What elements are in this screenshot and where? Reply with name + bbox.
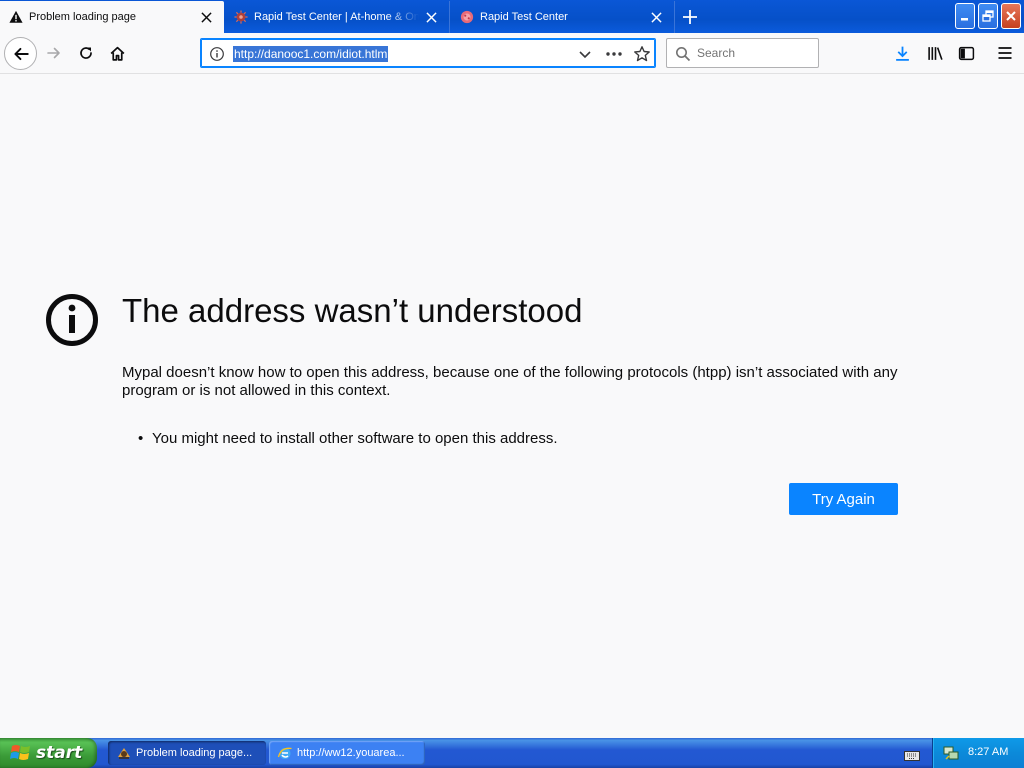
list-item: • You might need to install other softwar… xyxy=(138,430,558,448)
tab-rapid-test-center-1[interactable]: Rapid Test Center | At-home & On xyxy=(225,1,450,33)
search-bar[interactable] xyxy=(666,38,819,68)
warning-icon xyxy=(9,10,23,24)
url-text[interactable]: http://danooc1.com/idiot.htlm xyxy=(233,46,389,62)
tab-problem-loading[interactable]: Problem loading page xyxy=(0,1,224,33)
search-input[interactable] xyxy=(697,44,813,62)
home-icon xyxy=(110,46,124,61)
forward-button[interactable] xyxy=(41,40,67,66)
new-tab-button[interactable] xyxy=(677,4,703,30)
task-label: http://ww12.youarea... xyxy=(297,747,405,759)
back-arrow-icon xyxy=(13,47,29,60)
minimize-icon xyxy=(961,18,968,21)
taskbar-item-mypal[interactable]: Problem loading page... xyxy=(108,741,266,765)
back-button[interactable] xyxy=(4,37,37,70)
mypal-icon xyxy=(118,748,130,759)
page-actions-icon[interactable] xyxy=(604,46,624,62)
screen: Problem loading page Rapid Test Center |… xyxy=(0,0,1024,768)
info-icon[interactable] xyxy=(209,46,225,62)
reload-button[interactable] xyxy=(73,40,99,66)
suggestion-text: You might need to install other software… xyxy=(152,430,558,447)
home-button[interactable] xyxy=(104,40,130,66)
sidebar-button[interactable] xyxy=(955,40,977,66)
virus-favicon-icon xyxy=(234,10,248,24)
system-tray: 8:27 AM xyxy=(932,738,1024,768)
close-icon[interactable] xyxy=(419,5,443,29)
close-icon[interactable] xyxy=(644,5,668,29)
search-icon xyxy=(675,46,691,62)
info-icon xyxy=(45,293,99,347)
ie-icon xyxy=(277,747,292,759)
taskbar-item-ie[interactable]: http://ww12.youarea... xyxy=(269,741,425,765)
navigation-toolbar: http://danooc1.com/idiot.htlm xyxy=(0,33,1024,74)
start-button[interactable]: start xyxy=(0,738,97,768)
bookmark-star-icon[interactable] xyxy=(633,45,651,63)
clock: 8:27 AM xyxy=(968,746,1009,758)
hamburger-menu-button[interactable] xyxy=(994,40,1016,66)
task-label: Problem loading page... xyxy=(136,747,253,759)
virus-favicon-icon xyxy=(460,10,474,24)
error-page: The address wasn’t understood Mypal does… xyxy=(0,74,1024,738)
tab-title: Rapid Test Center | At-home & On xyxy=(254,11,419,23)
tab-strip: Problem loading page Rapid Test Center |… xyxy=(0,0,1024,33)
taskbar: start Problem loading page... http://ww1… xyxy=(0,738,1024,768)
library-icon xyxy=(927,46,943,60)
url-bar[interactable]: http://danooc1.com/idiot.htlm xyxy=(200,38,656,68)
chevron-down-icon[interactable] xyxy=(577,46,593,62)
restore-button[interactable] xyxy=(978,3,998,29)
download-icon xyxy=(895,46,909,61)
bullet: • xyxy=(138,430,144,447)
tab-title: Rapid Test Center xyxy=(480,11,568,23)
restore-icon xyxy=(982,10,994,22)
hamburger-icon xyxy=(998,47,1012,59)
network-icon[interactable] xyxy=(943,745,959,761)
library-button[interactable] xyxy=(924,40,946,66)
try-again-button[interactable]: Try Again xyxy=(789,483,898,515)
close-icon xyxy=(1006,11,1016,21)
start-label: start xyxy=(36,743,83,763)
close-icon[interactable] xyxy=(194,5,218,29)
error-title: The address wasn’t understood xyxy=(122,292,583,329)
error-description: Mypal doesn’t know how to open this addr… xyxy=(122,364,898,399)
sidebar-icon xyxy=(958,46,974,60)
tab-title: Problem loading page xyxy=(29,11,137,23)
reload-icon xyxy=(80,47,92,59)
downloads-button[interactable] xyxy=(891,40,913,66)
error-suggestion-list: • You might need to install other softwar… xyxy=(138,430,558,448)
windows-logo-icon xyxy=(10,745,30,760)
tab-rapid-test-center-2[interactable]: Rapid Test Center xyxy=(451,1,675,33)
keyboard-icon[interactable] xyxy=(904,747,920,761)
forward-arrow-icon xyxy=(47,47,60,59)
close-window-button[interactable] xyxy=(1001,3,1021,29)
plus-icon xyxy=(683,10,697,24)
minimize-button[interactable] xyxy=(955,3,975,29)
